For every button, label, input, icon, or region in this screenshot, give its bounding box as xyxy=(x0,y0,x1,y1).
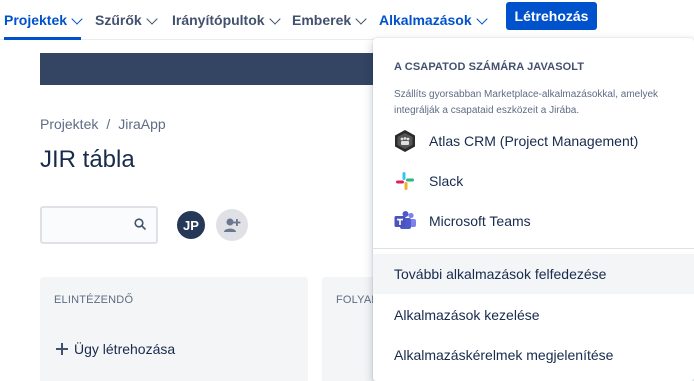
add-user-icon xyxy=(224,218,241,232)
app-item-slack[interactable]: Slack xyxy=(373,161,694,201)
explore-more-apps-link[interactable]: További alkalmazások felfedezése xyxy=(373,254,694,294)
nav-people[interactable]: Emberek xyxy=(292,0,367,40)
nav-projects[interactable]: Projektek xyxy=(4,0,83,40)
avatar[interactable]: JP xyxy=(175,209,207,241)
atlas-crm-icon xyxy=(395,130,415,152)
chevron-down-icon xyxy=(268,12,281,25)
dropdown-description: Szállíts gyorsabban Marketplace-alkalmaz… xyxy=(394,89,659,116)
page-title: JIR tábla xyxy=(40,146,135,173)
add-people-button[interactable] xyxy=(216,209,248,241)
search-icon xyxy=(134,218,146,230)
manage-apps-link[interactable]: Alkalmazások kezelése xyxy=(373,295,694,335)
column-header: ELINTÉZENDŐ xyxy=(54,294,134,306)
breadcrumb: Projektek / JiraApp xyxy=(40,116,166,132)
view-app-requests-link[interactable]: Alkalmazáskérelmek megjelenítése xyxy=(373,335,694,375)
search-input[interactable] xyxy=(40,206,158,244)
project-banner xyxy=(40,53,420,85)
nav-dashboards[interactable]: Irányítópultok xyxy=(172,0,281,40)
dropdown-heading: A CSAPATOD SZÁMÁRA JAVASOLT xyxy=(394,61,585,73)
create-button[interactable]: Létrehozás xyxy=(506,2,597,30)
apps-dropdown: A CSAPATOD SZÁMÁRA JAVASOLT Szállíts gyo… xyxy=(373,38,694,381)
chevron-down-icon xyxy=(355,12,367,25)
chevron-down-icon xyxy=(146,12,158,25)
chevron-down-icon xyxy=(475,12,488,25)
create-issue-button[interactable]: Ügy létrehozása xyxy=(56,341,175,357)
top-navigation: Projektek Szűrők Irányítópultok Emberek … xyxy=(0,0,694,40)
board-column-todo: ELINTÉZENDŐ Ügy létrehozása xyxy=(40,277,308,381)
nav-filters[interactable]: Szűrők xyxy=(95,0,158,40)
dropdown-divider xyxy=(373,248,694,249)
breadcrumb-separator: / xyxy=(106,116,111,132)
plus-icon xyxy=(56,343,68,355)
microsoft-teams-icon xyxy=(394,211,416,229)
nav-apps[interactable]: Alkalmazások xyxy=(379,0,488,40)
chevron-down-icon xyxy=(71,12,83,25)
breadcrumb-projects[interactable]: Projektek xyxy=(40,116,98,132)
app-item-atlas-crm[interactable]: Atlas CRM (Project Management) xyxy=(373,121,694,161)
slack-icon xyxy=(396,172,414,190)
breadcrumb-project[interactable]: JiraApp xyxy=(118,116,165,132)
app-item-microsoft-teams[interactable]: Microsoft Teams xyxy=(373,201,694,241)
